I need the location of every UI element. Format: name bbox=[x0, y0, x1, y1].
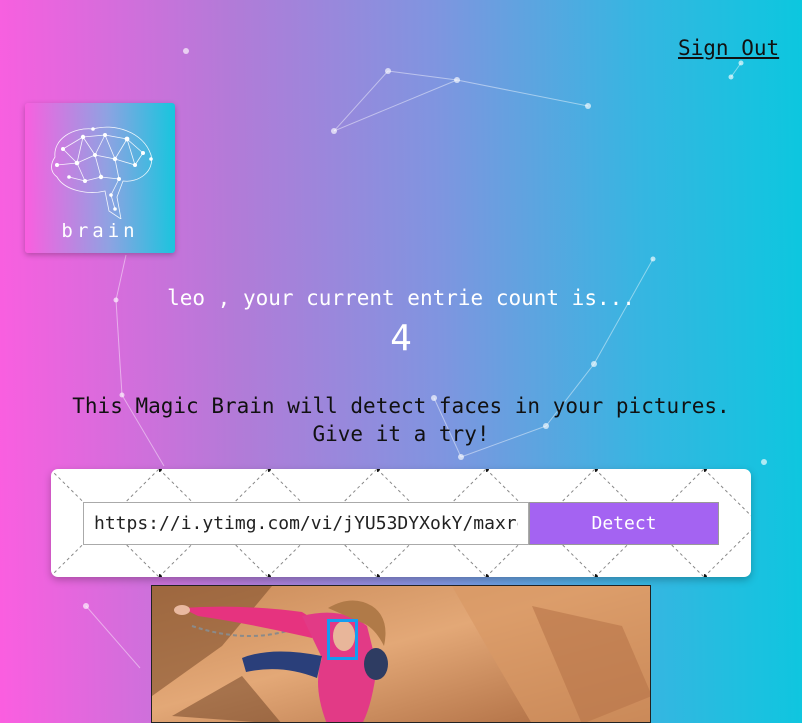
entries-greeting: leo , your current entrie count is... bbox=[167, 286, 635, 310]
face-detection-image bbox=[151, 585, 651, 723]
intro-line-2: Give it a try! bbox=[312, 422, 490, 446]
detect-button[interactable]: Detect bbox=[529, 502, 719, 545]
brain-network-icon bbox=[51, 126, 153, 219]
face-bounding-box bbox=[327, 619, 358, 660]
sign-out-link[interactable]: Sign Out bbox=[678, 36, 779, 60]
logo-text: brain bbox=[61, 220, 139, 242]
climber-photo bbox=[152, 586, 650, 722]
entries-count: 4 bbox=[390, 318, 412, 359]
image-link-form: Detect bbox=[51, 469, 751, 577]
image-url-input[interactable] bbox=[83, 502, 529, 545]
intro-line-1: This Magic Brain will detect faces in yo… bbox=[72, 394, 730, 418]
logo-card[interactable]: brain bbox=[25, 103, 175, 253]
intro-text: This Magic Brain will detect faces in yo… bbox=[0, 392, 802, 448]
